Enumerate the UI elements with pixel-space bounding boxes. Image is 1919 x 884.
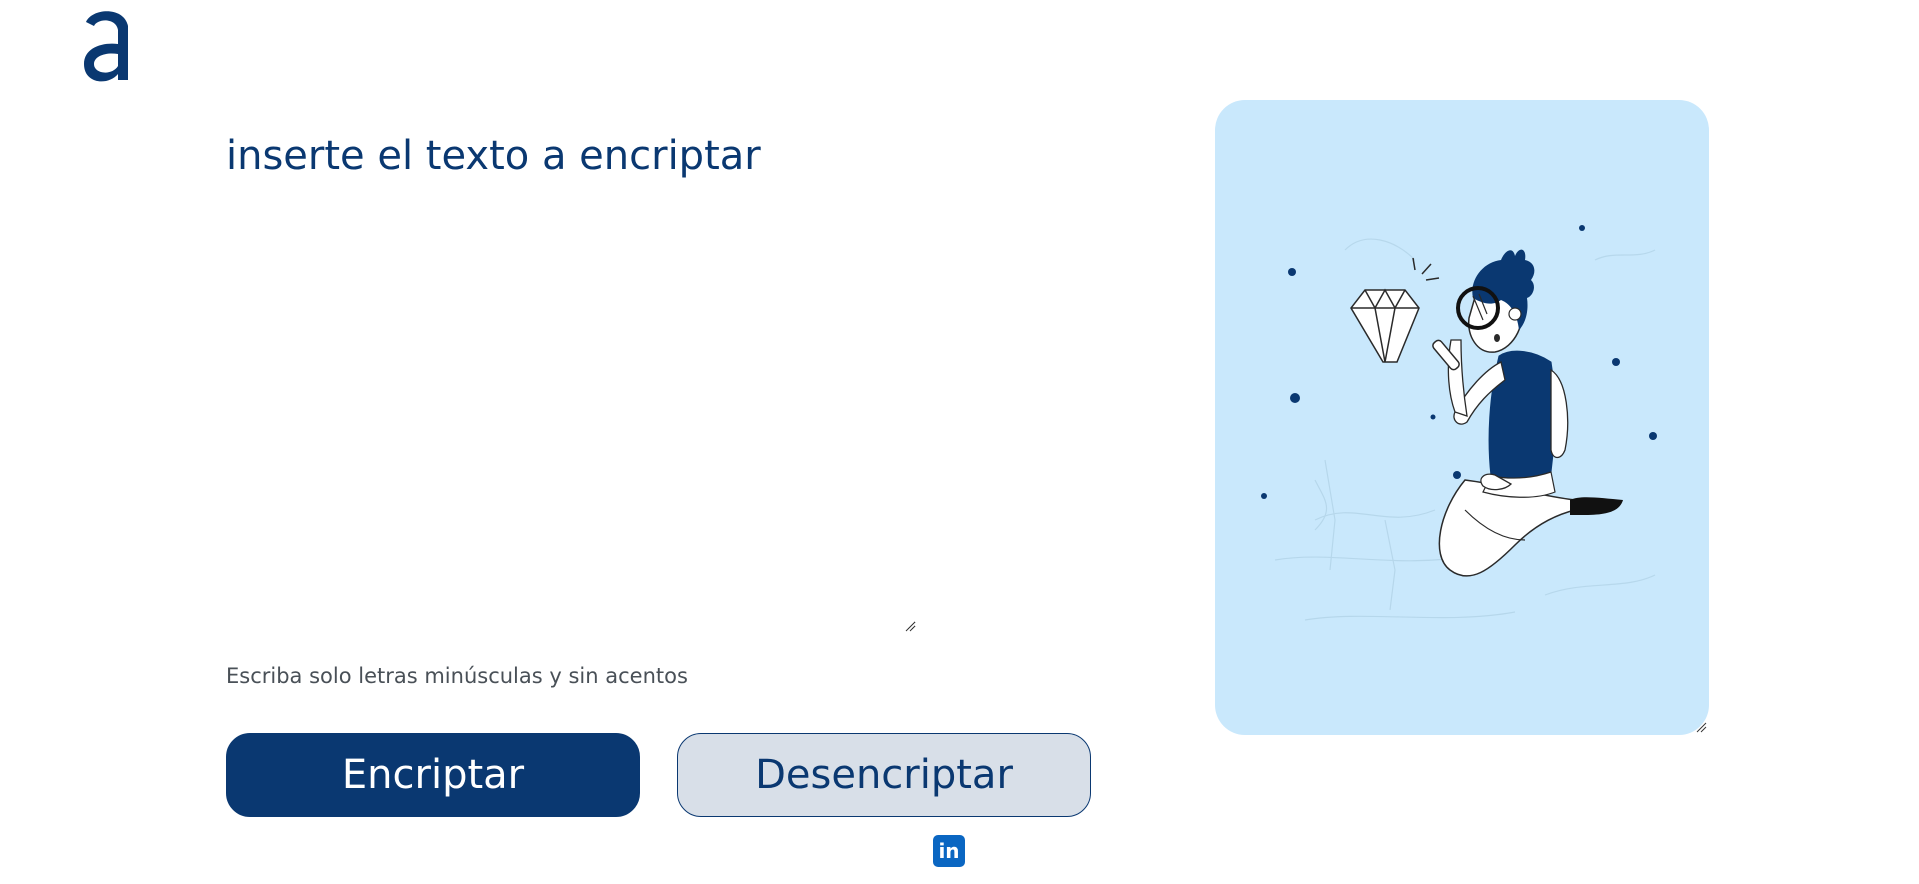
linkedin-label: in bbox=[938, 839, 960, 863]
encrypt-button[interactable]: Encriptar bbox=[226, 733, 640, 817]
resize-grip-icon[interactable] bbox=[1695, 721, 1707, 733]
text-input[interactable] bbox=[226, 130, 916, 630]
decrypt-button-label: Desencriptar bbox=[755, 752, 1013, 798]
page: Escriba solo letras minúsculas y sin ace… bbox=[0, 0, 1919, 884]
person-magnifier-illustration bbox=[1261, 225, 1657, 621]
decrypt-button[interactable]: Desencriptar bbox=[677, 733, 1091, 817]
output-panel[interactable] bbox=[1215, 100, 1709, 735]
encrypt-button-label: Encriptar bbox=[341, 752, 525, 798]
hint-text: Escriba solo letras minúsculas y sin ace… bbox=[226, 664, 688, 688]
input-hint: Escriba solo letras minúsculas y sin ace… bbox=[226, 664, 688, 688]
resize-grip-icon[interactable] bbox=[904, 620, 916, 632]
brand-logo bbox=[84, 11, 128, 82]
linkedin-icon[interactable]: in bbox=[933, 835, 965, 867]
